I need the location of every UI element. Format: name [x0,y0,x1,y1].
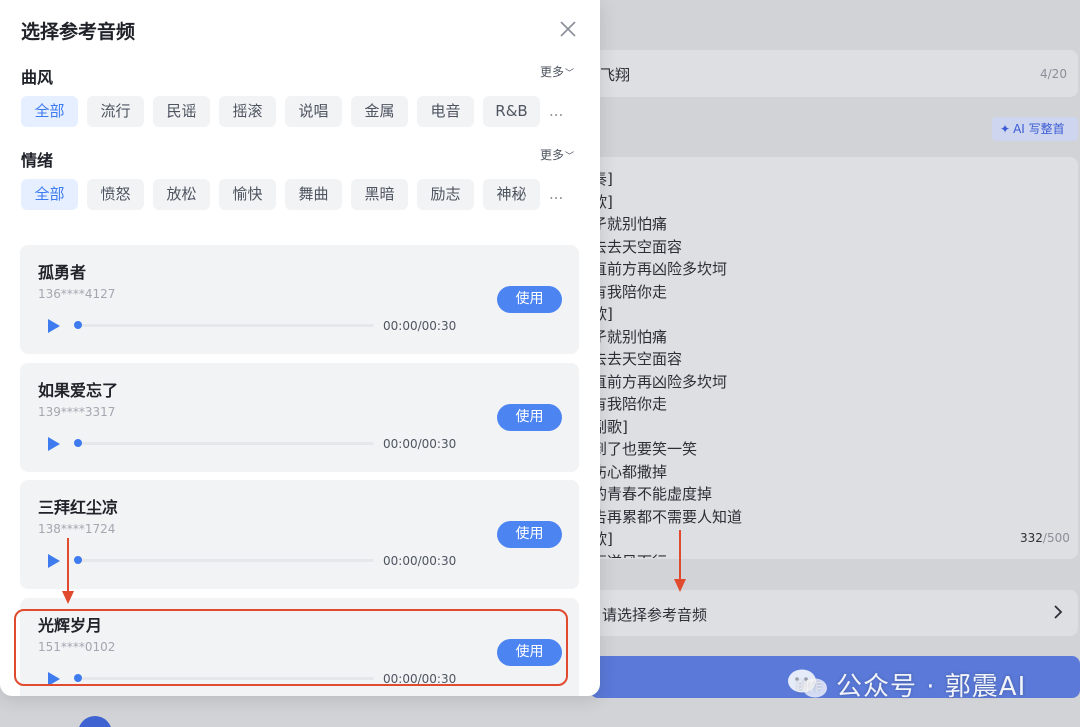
genre-chip[interactable]: 摇滚 [219,96,276,127]
use-button[interactable]: 使用 [497,638,562,666]
lyric-line: 副歌] [592,417,628,436]
watermark: 创作 公众号 · 郭震AI [786,664,1026,704]
lyric-line: 有我陪你走 [592,395,668,413]
lyric-line: 直前方再凶险多坎坷 [592,372,728,391]
audio-title: 光辉岁月 [38,615,103,635]
progress-track[interactable] [78,324,374,327]
genre-chip-row: 全部 流行 民谣 摇滚 说唱 金属 电音 R&B... [21,96,571,127]
lyric-line: 孑就别怕痛 [592,327,668,346]
watermark-text: 公众号 · 郭震AI [836,671,1027,702]
mood-chip-row: 全部 愤怒 放松 愉快 舞曲 黑暗 励志 神秘... [21,179,571,210]
lyric-line: 直前方再凶险多坎坷 [592,260,728,278]
lyric-line: 孑就别怕痛 [592,215,668,233]
lyric-line: 欧] [592,192,613,211]
audio-time: 00:00/00:30 [383,436,457,451]
lyric-line: 去去天空面容 [592,237,683,256]
avatar[interactable] [78,716,112,727]
lyric-line: 有我陪你走 [592,282,668,301]
close-icon[interactable] [558,19,578,39]
genre-chip[interactable]: 金属 [351,96,408,127]
lyric-line: 欧] [592,305,613,323]
dialog-title: 选择参考音频 [21,21,136,43]
audio-card: 如果爱忘了 139****3317 00:00/00:30 使用 [20,362,579,472]
audio-time: 00:00/00:30 [383,554,457,568]
ai-write-button[interactable]: ✦ AI 写整首 [992,117,1078,141]
audio-card: 孤勇者 136****4127 00:00/00:30 使用 [20,245,579,354]
select-reference-audio-dialog: 选择参考音频 曲风 更多﹀ 全部 流行 民谣 摇滚 说唱 金属 电音 R&B... 情绪 更多… [0,0,600,696]
progress-track[interactable] [78,676,374,680]
genre-chip[interactable]: 民谣 [153,96,210,127]
song-title-char-count: 4/20 [1040,67,1067,81]
genre-more-chips-button[interactable]: ... [549,96,571,127]
progress-knob[interactable] [74,673,82,682]
mood-label: 情绪 [21,151,54,170]
mood-chip[interactable]: 愤怒 [87,179,144,210]
mood-chip[interactable]: 全部 [21,179,78,210]
reference-audio-placeholder: 请选择参考音频 [602,606,708,624]
audio-title: 孤勇者 [38,263,87,282]
lyric-line: 欧] [592,530,613,548]
chevron-down-icon: ﹀ [565,152,575,162]
lyric-line: 的青春不能虚度掉 [592,485,713,503]
use-button[interactable]: 使用 [497,286,562,313]
mood-chip[interactable]: 神秘 [483,179,540,210]
sparkle-icon: ✦ [1000,122,1011,136]
genre-chip[interactable]: 电音 [417,96,474,127]
mood-more-chips-button[interactable]: ... [549,179,571,210]
mood-more-button[interactable]: 更多﹀ [540,146,574,163]
progress-track[interactable] [78,441,374,445]
genre-chip[interactable]: 流行 [87,96,144,127]
use-button[interactable]: 使用 [497,403,562,431]
mood-chip[interactable]: 舞曲 [285,179,342,210]
progress-knob[interactable] [74,321,82,329]
genre-chip[interactable]: 全部 [21,96,78,127]
mood-chip[interactable]: 放松 [153,179,210,210]
play-icon[interactable] [47,436,61,451]
genre-chip[interactable]: R&B [483,96,540,127]
audio-title: 如果爱忘了 [38,380,119,400]
audio-time: 00:00/00:30 [383,671,457,686]
mood-chip[interactable]: 励志 [417,179,474,210]
play-icon[interactable] [47,319,61,333]
chevron-right-icon [1054,605,1063,619]
mood-chip[interactable]: 愉快 [219,179,276,210]
play-icon[interactable] [47,671,61,686]
audio-uploader: 138****1724 [38,522,116,536]
lyric-line: 去去天空面容 [592,350,683,368]
play-icon[interactable] [47,554,61,568]
audio-uploader: 139****3317 [38,404,116,419]
lyrics-text: 奏] 欧] 孑就别怕痛 去去天空面容 直前方再凶险多坎坷 有我陪你走 欧] 孑就别怕痛 去去天空… [592,168,1032,558]
lyric-line: 奏] [592,170,613,188]
audio-time: 00:00/00:30 [383,319,457,333]
genre-label: 曲风 [21,68,54,87]
genre-more-button[interactable]: 更多﹀ [540,63,574,80]
lyrics-char-count: 332/500 [1020,531,1070,545]
genre-chip[interactable]: 说唱 [285,96,342,127]
song-title-field[interactable] [582,50,1078,97]
use-button[interactable]: 使用 [497,521,562,548]
lyric-line: 伤心都撒掉 [592,462,668,481]
progress-knob[interactable] [74,556,82,564]
lyric-line: 告再累都不需要人知道 [592,507,743,526]
audio-card: 三拜红尘凉 138****1724 00:00/00:30 使用 [20,480,579,589]
song-title-value: 飞翔 [600,66,631,84]
lyric-line: 到了也要笑一笑 [592,440,698,458]
progress-track[interactable] [78,559,374,562]
mood-chip[interactable]: 黑暗 [351,179,408,210]
progress-knob[interactable] [74,438,82,447]
wechat-logo-icon: 创作 [786,666,830,702]
lyric-line: 直逆风而行 [592,551,1032,559]
chevron-down-icon: ﹀ [565,69,575,79]
audio-uploader: 136****4127 [38,287,116,301]
audio-uploader: 151****0102 [38,639,116,654]
audio-title: 三拜红尘凉 [38,498,119,517]
audio-card: 光辉岁月 151****0102 00:00/00:30 使用 [20,597,579,696]
